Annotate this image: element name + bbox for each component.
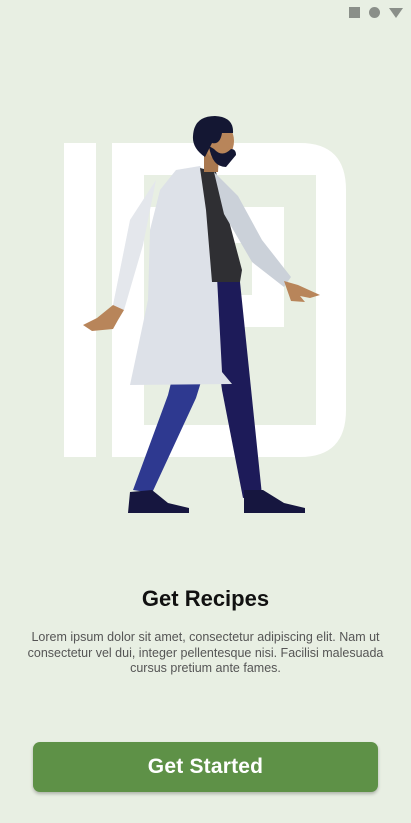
page-description: Lorem ipsum dolor sit amet, consectetur … xyxy=(27,630,384,675)
square-icon xyxy=(349,7,360,18)
page-title: Get Recipes xyxy=(141,586,270,611)
status-bar xyxy=(0,0,411,24)
circle-icon xyxy=(369,7,380,18)
onboarding-illustration xyxy=(0,100,411,530)
status-icons xyxy=(349,7,403,18)
triangle-icon xyxy=(389,7,403,18)
get-started-button[interactable]: Get Started xyxy=(33,742,378,792)
walking-chef-illustration xyxy=(64,116,346,513)
